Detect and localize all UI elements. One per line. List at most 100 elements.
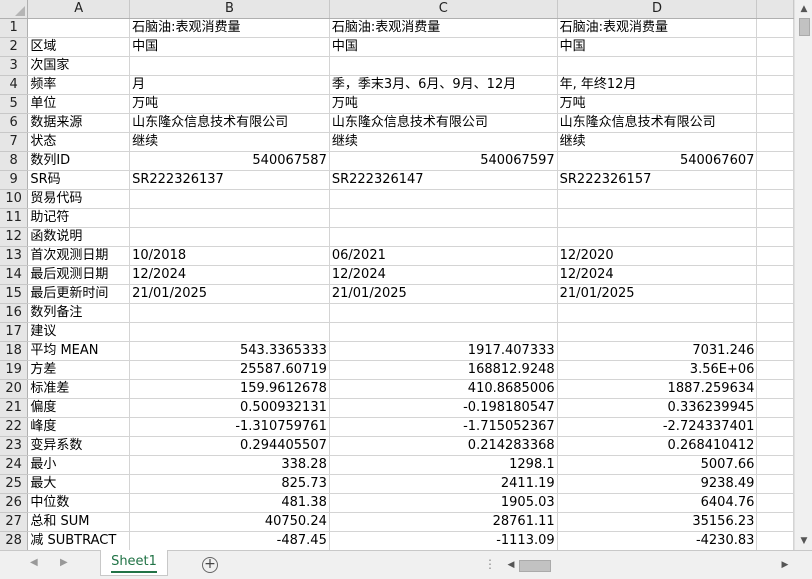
- column-header[interactable]: C: [329, 0, 558, 19]
- cell-d[interactable]: 540067607: [557, 151, 758, 171]
- cell-a[interactable]: 数据来源: [27, 113, 131, 133]
- row-header[interactable]: 8: [0, 151, 29, 171]
- cell-d[interactable]: 中国: [557, 37, 758, 57]
- cell-a[interactable]: 最后观测日期: [27, 265, 131, 285]
- cell-a[interactable]: 助记符: [27, 208, 131, 228]
- cell-b[interactable]: 中国: [129, 37, 330, 57]
- cell-d[interactable]: 3.56E+06: [557, 360, 758, 380]
- cell-a[interactable]: 变异系数: [27, 436, 131, 456]
- cell-empty[interactable]: [756, 208, 794, 228]
- cell-c[interactable]: [329, 227, 558, 247]
- cell-empty[interactable]: [756, 360, 794, 380]
- select-all-corner[interactable]: [0, 0, 29, 19]
- cell-c[interactable]: 28761.11: [329, 512, 558, 532]
- cell-empty[interactable]: [756, 170, 794, 190]
- cell-d[interactable]: 继续: [557, 132, 758, 152]
- cell-c[interactable]: [329, 208, 558, 228]
- horizontal-scrollbar[interactable]: ◀ ▶: [505, 558, 791, 572]
- row-header[interactable]: 20: [0, 379, 29, 399]
- cell-b[interactable]: 825.73: [129, 474, 330, 494]
- vertical-scroll-thumb[interactable]: [799, 18, 810, 36]
- cell-b[interactable]: 338.28: [129, 455, 330, 475]
- row-header[interactable]: 21: [0, 398, 29, 418]
- row-header[interactable]: 6: [0, 113, 29, 133]
- cell-c[interactable]: [329, 56, 558, 76]
- cell-d[interactable]: [557, 227, 758, 247]
- row-header[interactable]: 9: [0, 170, 29, 190]
- cell-b[interactable]: 25587.60719: [129, 360, 330, 380]
- cell-c[interactable]: 12/2024: [329, 265, 558, 285]
- cell-empty[interactable]: [756, 512, 794, 532]
- row-header[interactable]: 7: [0, 132, 29, 152]
- horizontal-scroll-thumb[interactable]: [519, 560, 551, 572]
- cell-a[interactable]: 偏度: [27, 398, 131, 418]
- row-header[interactable]: 2: [0, 37, 29, 57]
- cell-b[interactable]: 21/01/2025: [129, 284, 330, 304]
- cell-a[interactable]: 函数说明: [27, 227, 131, 247]
- cell-empty[interactable]: [756, 94, 794, 114]
- row-header[interactable]: 22: [0, 417, 29, 437]
- row-header[interactable]: 3: [0, 56, 29, 76]
- cell-empty[interactable]: [756, 18, 794, 38]
- cell-empty[interactable]: [756, 227, 794, 247]
- cell-a[interactable]: 最小: [27, 455, 131, 475]
- row-header[interactable]: 26: [0, 493, 29, 513]
- row-header[interactable]: 17: [0, 322, 29, 342]
- cell-a[interactable]: 最后更新时间: [27, 284, 131, 304]
- cell-b[interactable]: 山东隆众信息技术有限公司: [129, 113, 330, 133]
- cell-c[interactable]: 季，季末3月、6月、9月、12月: [329, 75, 558, 95]
- cell-b[interactable]: 40750.24: [129, 512, 330, 532]
- cell-b[interactable]: 万吨: [129, 94, 330, 114]
- cell-b[interactable]: 0.500932131: [129, 398, 330, 418]
- cell-empty[interactable]: [756, 417, 794, 437]
- cell-b[interactable]: 481.38: [129, 493, 330, 513]
- cell-c[interactable]: -0.198180547: [329, 398, 558, 418]
- cell-a[interactable]: 减 SUBTRACT: [27, 531, 131, 550]
- cell-c[interactable]: 万吨: [329, 94, 558, 114]
- cell-a[interactable]: 数列ID: [27, 151, 131, 171]
- cell-c[interactable]: 石脑油:表观消费量: [329, 18, 558, 38]
- cell-c[interactable]: 中国: [329, 37, 558, 57]
- column-header[interactable]: [756, 0, 794, 19]
- cell-c[interactable]: 0.214283368: [329, 436, 558, 456]
- cell-c[interactable]: SR222326147: [329, 170, 558, 190]
- row-header[interactable]: 24: [0, 455, 29, 475]
- row-header[interactable]: 28: [0, 531, 29, 550]
- cell-b[interactable]: 540067587: [129, 151, 330, 171]
- column-header[interactable]: D: [557, 0, 758, 19]
- scroll-up-icon[interactable]: ▲: [798, 2, 810, 16]
- cell-a[interactable]: 方差: [27, 360, 131, 380]
- cell-empty[interactable]: [756, 56, 794, 76]
- cell-d[interactable]: 12/2024: [557, 265, 758, 285]
- scroll-left-icon[interactable]: ◀: [505, 558, 517, 572]
- cell-c[interactable]: -1113.09: [329, 531, 558, 550]
- cell-b[interactable]: 继续: [129, 132, 330, 152]
- cell-b[interactable]: [129, 56, 330, 76]
- cell-a[interactable]: 平均 MEAN: [27, 341, 131, 361]
- row-header[interactable]: 4: [0, 75, 29, 95]
- cell-empty[interactable]: [756, 113, 794, 133]
- cell-d[interactable]: 0.336239945: [557, 398, 758, 418]
- cell-a[interactable]: SR码: [27, 170, 131, 190]
- cell-d[interactable]: 21/01/2025: [557, 284, 758, 304]
- cell-c[interactable]: 1905.03: [329, 493, 558, 513]
- cell-a[interactable]: 贸易代码: [27, 189, 131, 209]
- cell-empty[interactable]: [756, 322, 794, 342]
- row-header[interactable]: 13: [0, 246, 29, 266]
- cell-b[interactable]: 543.3365333: [129, 341, 330, 361]
- row-header[interactable]: 11: [0, 208, 29, 228]
- cell-b[interactable]: -1.310759761: [129, 417, 330, 437]
- cell-empty[interactable]: [756, 265, 794, 285]
- cell-b[interactable]: 0.294405507: [129, 436, 330, 456]
- cell-d[interactable]: 1887.259634: [557, 379, 758, 399]
- spreadsheet-grid[interactable]: A B C D 1 石脑油:表观消费量 石脑油:表观消费量 石脑油:表观消费量 2 区域 中国 中国中…: [0, 0, 794, 550]
- cell-d[interactable]: 万吨: [557, 94, 758, 114]
- cell-c[interactable]: [329, 322, 558, 342]
- cell-d[interactable]: -4230.83: [557, 531, 758, 550]
- cell-d[interactable]: 9238.49: [557, 474, 758, 494]
- add-sheet-icon[interactable]: +: [202, 557, 218, 573]
- row-header[interactable]: 14: [0, 265, 29, 285]
- cell-a[interactable]: 频率: [27, 75, 131, 95]
- cell-b[interactable]: 159.9612678: [129, 379, 330, 399]
- cell-d[interactable]: [557, 56, 758, 76]
